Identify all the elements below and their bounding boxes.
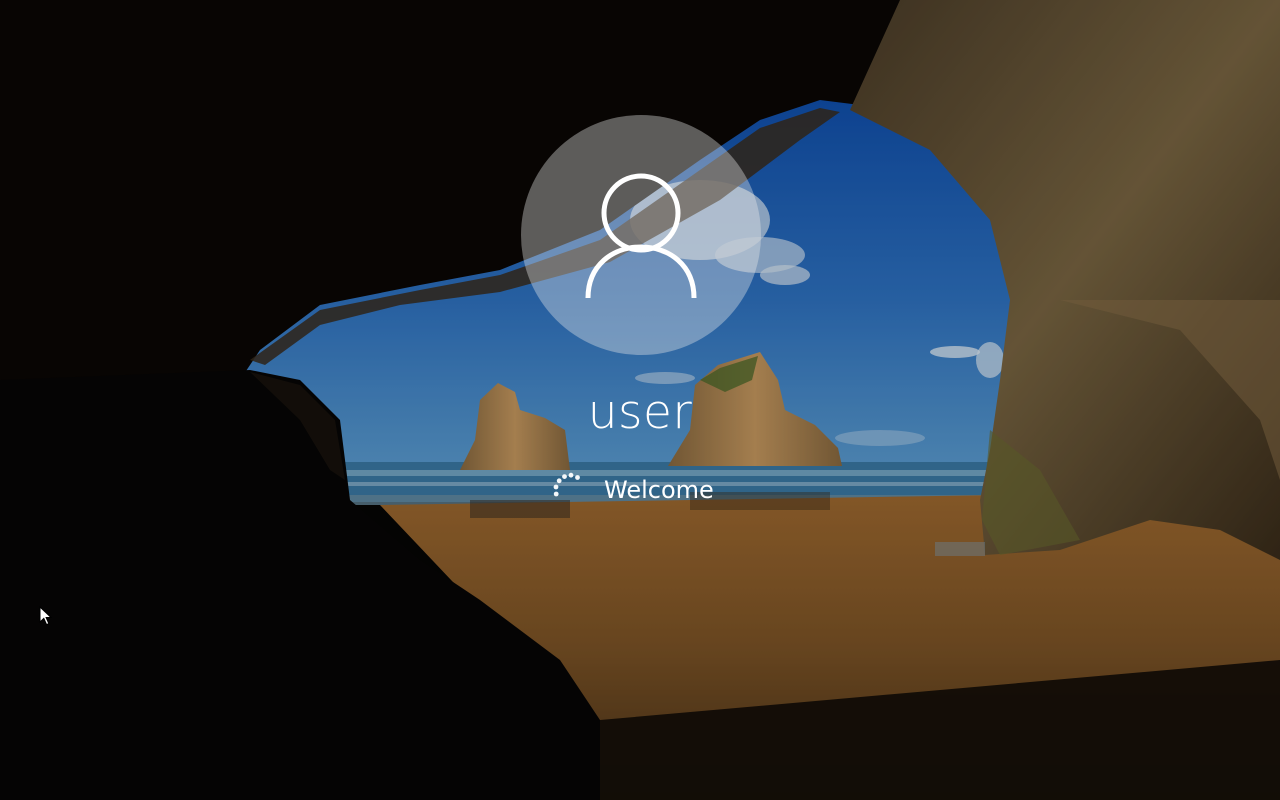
sign-in-status: Welcome bbox=[540, 470, 780, 510]
welcome-status-text: Welcome bbox=[604, 476, 714, 504]
loading-spinner-icon bbox=[553, 472, 580, 497]
username-label: user bbox=[587, 385, 693, 440]
user-silhouette-icon bbox=[585, 173, 697, 299]
mouse-pointer-icon bbox=[39, 606, 53, 626]
lock-screen: user Welcome bbox=[0, 0, 1280, 800]
user-avatar bbox=[521, 115, 761, 355]
